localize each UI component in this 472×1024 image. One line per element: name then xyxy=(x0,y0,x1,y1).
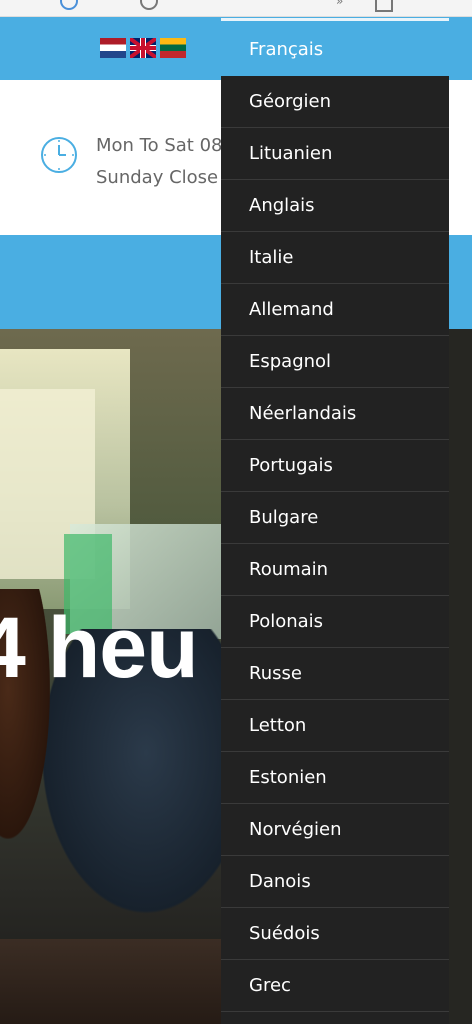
language-option[interactable]: Russe xyxy=(221,648,449,700)
browser-indicator-icon xyxy=(60,0,78,10)
language-option[interactable]: Roumain xyxy=(221,544,449,596)
language-option[interactable]: Suédois xyxy=(221,908,449,960)
language-option[interactable]: Danois xyxy=(221,856,449,908)
opening-hours: Mon To Sat 08 Sunday Close xyxy=(96,130,222,194)
double-chevron-icon: » xyxy=(336,0,344,8)
language-dropdown[interactable]: Français Géorgien Lituanien Anglais Italie A… xyxy=(221,18,449,1024)
language-option[interactable]: Bulgare xyxy=(221,492,449,544)
browser-status-strip: » xyxy=(0,0,472,17)
flag-lithuania-icon[interactable] xyxy=(160,38,186,58)
language-option[interactable]: Grec xyxy=(221,960,449,1012)
language-option[interactable]: Portugais xyxy=(221,440,449,492)
hero-right-edge xyxy=(448,329,472,1024)
language-option[interactable]: Letton xyxy=(221,700,449,752)
language-option[interactable]: Italie xyxy=(221,232,449,284)
language-option[interactable]: Lituanien xyxy=(221,128,449,180)
language-option[interactable]: Anglais xyxy=(221,180,449,232)
hero-headline: 4 heu xyxy=(0,600,199,696)
language-option[interactable]: Géorgien xyxy=(221,76,449,128)
hours-weekdays: Mon To Sat 08 xyxy=(96,135,223,156)
language-option[interactable]: Néerlandais xyxy=(221,388,449,440)
language-option[interactable]: Allemand xyxy=(221,284,449,336)
language-selected[interactable]: Français xyxy=(221,18,449,76)
flag-netherlands-icon[interactable] xyxy=(100,38,126,58)
globe-icon xyxy=(140,0,158,10)
hours-sunday: Sunday Close xyxy=(96,167,219,188)
language-option[interactable]: Polonais xyxy=(221,596,449,648)
language-list: Géorgien Lituanien Anglais Italie Allemand Es… xyxy=(221,76,449,1012)
language-option[interactable]: Espagnol xyxy=(221,336,449,388)
clock-icon xyxy=(41,137,77,173)
language-flags xyxy=(100,38,186,58)
tabs-icon xyxy=(375,0,393,12)
language-option[interactable]: Estonien xyxy=(221,752,449,804)
language-option[interactable]: Norvégien xyxy=(221,804,449,856)
flag-uk-icon[interactable] xyxy=(130,38,156,58)
